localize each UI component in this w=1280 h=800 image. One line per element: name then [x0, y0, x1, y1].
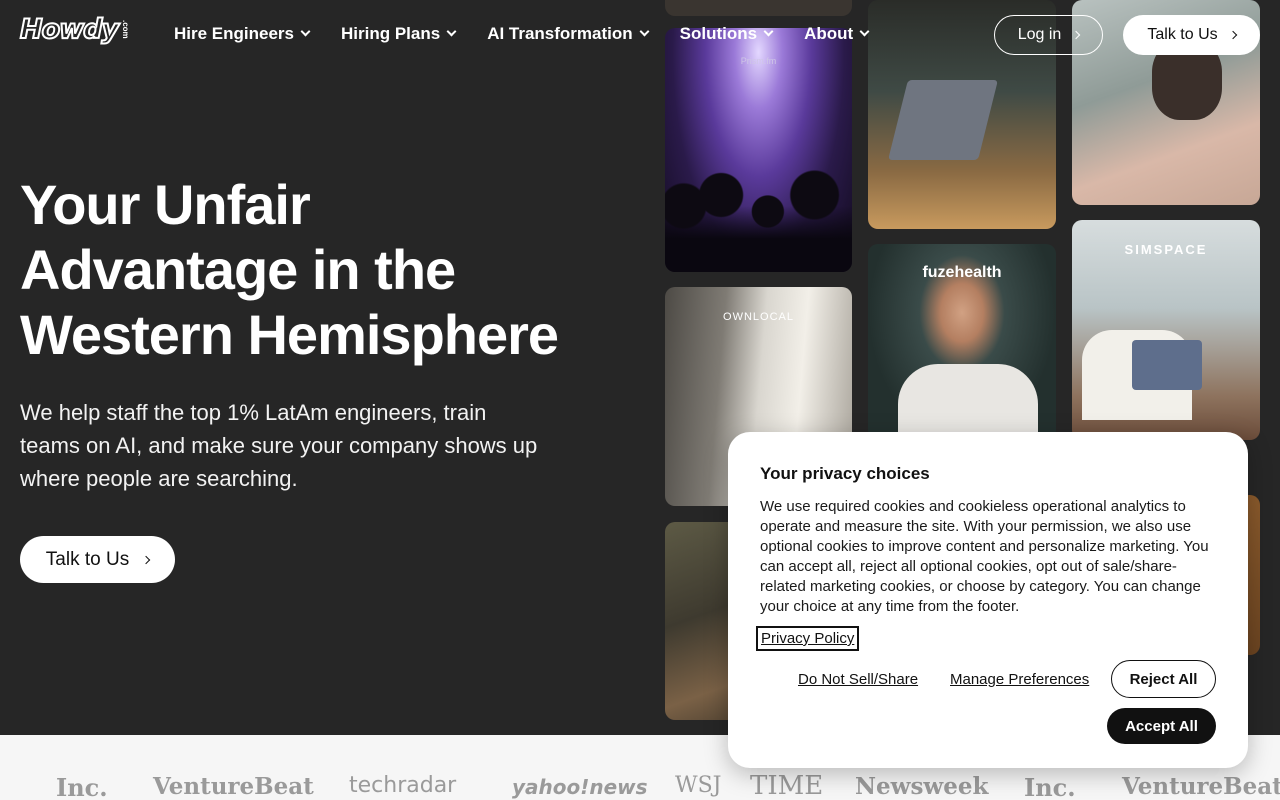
press-logo-wsj: WSJ: [675, 773, 722, 798]
howdy-logo[interactable]: Howdy .com: [19, 14, 131, 45]
chevron-down-icon: [300, 26, 311, 37]
nav-label: Hire Engineers: [174, 24, 294, 43]
site-header: Howdy .com Hire Engineers Hiring Plans A…: [0, 0, 1280, 70]
client-logo-ownlocal: OWNLOCAL: [723, 311, 794, 323]
hero-subtitle: We help staff the top 1% LatAm engineers…: [20, 400, 538, 491]
logo-text: Howdy: [19, 14, 120, 45]
laptop-shape: [888, 80, 998, 160]
press-logo-inc: Inc.: [56, 773, 108, 800]
talk-label: Talk to Us: [1147, 26, 1218, 43]
nav-hiring-plans[interactable]: Hiring Plans: [341, 24, 457, 44]
nav-about[interactable]: About: [804, 24, 870, 44]
nav-ai-transformation[interactable]: AI Transformation: [487, 24, 650, 44]
nav-solutions[interactable]: Solutions: [679, 24, 774, 44]
privacy-choices-dialog: Your privacy choices We use required coo…: [728, 432, 1248, 768]
cta-label: Talk to Us: [45, 548, 130, 570]
client-logo-simspace: SIMSPACE: [1124, 242, 1208, 257]
login-button[interactable]: Log in: [994, 15, 1103, 55]
nav-hire-engineers[interactable]: Hire Engineers: [174, 24, 311, 44]
hero-title: Your Unfair Advantage in the Western Hem…: [20, 172, 620, 367]
person-shirt-shape: [898, 364, 1038, 440]
manage-preferences-link[interactable]: Manage Preferences: [950, 671, 1089, 688]
chevron-right-icon: [1228, 30, 1237, 40]
photo-simspace: SIMSPACE: [1072, 220, 1260, 440]
talk-to-us-header-button[interactable]: Talk to Us: [1123, 15, 1260, 55]
privacy-body: We use required cookies and cookieless o…: [760, 498, 1209, 615]
press-logo-venturebeat: VentureBeat: [1122, 773, 1280, 800]
chevron-down-icon: [859, 26, 870, 37]
press-logo-inc: Inc.: [1024, 773, 1076, 800]
chevron-down-icon: [639, 26, 650, 37]
press-logo-yahoo-news: yahoo!news: [512, 775, 648, 799]
talk-to-us-hero-button[interactable]: Talk to Us: [20, 536, 175, 583]
do-not-sell-share-link[interactable]: Do Not Sell/Share: [798, 671, 918, 688]
nav-label: AI Transformation: [487, 24, 633, 43]
press-logo-venturebeat: VentureBeat: [153, 773, 314, 800]
nav-label: About: [804, 24, 854, 43]
privacy-policy-link[interactable]: Privacy Policy: [756, 626, 860, 651]
accept-all-button[interactable]: Accept All: [1107, 708, 1216, 744]
nav-label: Solutions: [679, 24, 758, 43]
client-logo-fuzehealth: fuzehealth: [922, 264, 1002, 281]
main-nav: Hire Engineers Hiring Plans AI Transform…: [174, 24, 900, 44]
crowd-silhouette: [665, 162, 852, 272]
chevron-down-icon: [763, 26, 774, 37]
press-logo-techradar: techradar: [349, 773, 457, 798]
hero-title-line: Western Hemisphere: [20, 303, 559, 366]
privacy-title: Your privacy choices: [760, 464, 930, 483]
laptop-shape: [1132, 340, 1202, 390]
reject-all-button[interactable]: Reject All: [1111, 660, 1216, 698]
hero-title-line: Advantage in the: [20, 238, 456, 301]
chevron-right-icon: [141, 555, 151, 564]
chevron-down-icon: [446, 26, 457, 37]
chevron-right-icon: [1072, 30, 1081, 40]
photo-fuzehealth: fuzehealth: [868, 244, 1056, 440]
press-logo-time: TIME: [750, 771, 824, 800]
press-logo-newsweek: Newsweek: [855, 773, 989, 800]
logo-suffix: .com: [121, 20, 131, 39]
nav-label: Hiring Plans: [341, 24, 441, 43]
hero-title-line: Your Unfair: [20, 173, 311, 236]
login-label: Log in: [1017, 26, 1062, 43]
